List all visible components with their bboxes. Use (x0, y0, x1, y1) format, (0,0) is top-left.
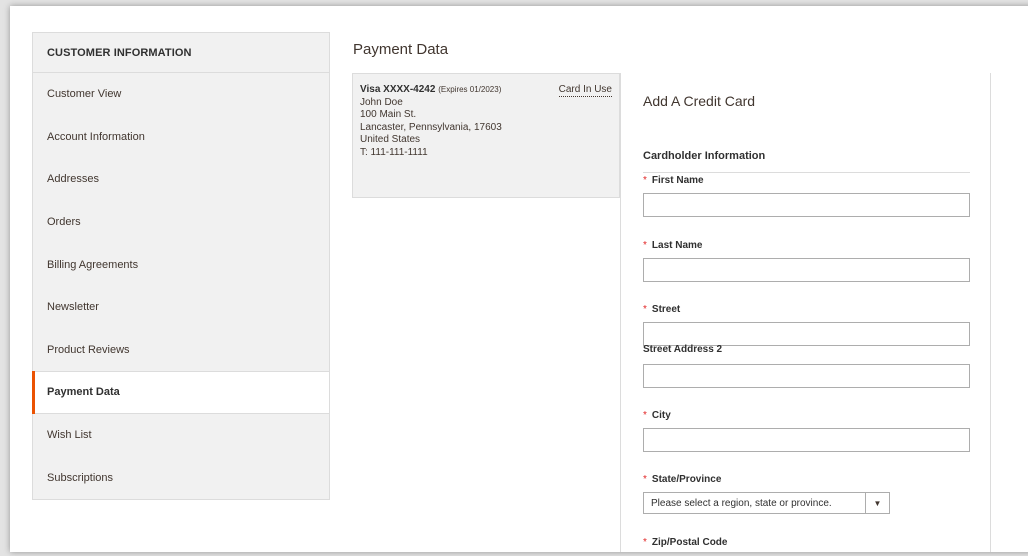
admin-window: CUSTOMER INFORMATION Customer View Accou… (10, 6, 1028, 552)
first-name-input[interactable] (643, 193, 970, 217)
street-input[interactable] (643, 322, 970, 346)
saved-card-panel: Visa XXXX-4242 (Expires 01/2023) Card In… (352, 73, 620, 198)
city-label: * City (643, 410, 671, 421)
chevron-down-icon[interactable]: ▼ (865, 493, 889, 513)
sidebar-item-billing-agreements[interactable]: Billing Agreements (33, 243, 329, 286)
state-label-text: State/Province (651, 474, 722, 485)
section-title: Cardholder Information (643, 150, 970, 173)
street2-label: Street Address 2 (643, 344, 723, 355)
sidebar-item-subscriptions[interactable]: Subscriptions (33, 456, 329, 499)
sidebar-item-orders[interactable]: Orders (33, 201, 329, 244)
first-name-label: * First Name (643, 175, 704, 186)
sidebar-item-newsletter[interactable]: Newsletter (33, 286, 329, 329)
city-input[interactable] (643, 428, 970, 452)
last-name-label-text: Last Name (651, 240, 703, 251)
add-card-form: Add A Credit Card Cardholder Information… (620, 73, 991, 552)
required-mark: * (643, 410, 647, 421)
last-name-input[interactable] (643, 258, 970, 282)
form-title: Add A Credit Card (643, 93, 756, 109)
state-select-value: Please select a region, state or provinc… (651, 497, 832, 509)
page-title: Payment Data (353, 41, 449, 58)
card-city-line: Lancaster, Pennsylvania, 17603 (360, 121, 502, 133)
street2-input[interactable] (643, 364, 970, 388)
street-label-text: Street (651, 304, 681, 315)
card-holder: John Doe (360, 96, 403, 108)
required-mark: * (643, 304, 647, 315)
card-in-use-link[interactable]: Card In Use (558, 84, 612, 97)
card-heading: Visa XXXX-4242 (Expires 01/2023) (360, 84, 501, 97)
card-expiry: (Expires 01/2023) (438, 85, 502, 94)
last-name-label: * Last Name (643, 240, 702, 251)
sidebar-item-payment-data[interactable]: Payment Data (32, 371, 329, 414)
card-phone: T: 111-111-1111 (360, 146, 428, 158)
required-mark: * (643, 537, 647, 548)
state-select[interactable]: Please select a region, state or provinc… (643, 492, 890, 514)
card-country: United States (360, 134, 421, 145)
required-mark: * (643, 240, 647, 251)
sidebar-item-addresses[interactable]: Addresses (33, 158, 329, 201)
sidebar-item-customer-view[interactable]: Customer View (33, 73, 329, 116)
required-mark: * (643, 474, 647, 485)
zip-label: * Zip/Postal Code (643, 537, 727, 548)
zip-label-text: Zip/Postal Code (651, 537, 728, 548)
sidebar-item-account-information[interactable]: Account Information (33, 116, 329, 159)
customer-info-sidebar: CUSTOMER INFORMATION Customer View Accou… (32, 32, 330, 500)
required-mark: * (643, 175, 647, 186)
city-label-text: City (651, 410, 671, 421)
card-name: Visa XXXX-4242 (360, 84, 436, 95)
sidebar-header: CUSTOMER INFORMATION (33, 33, 329, 73)
first-name-label-text: First Name (651, 175, 704, 186)
sidebar-item-product-reviews[interactable]: Product Reviews (33, 329, 329, 372)
state-label: * State/Province (643, 474, 721, 485)
sidebar-item-wish-list[interactable]: Wish List (33, 414, 329, 457)
card-street: 100 Main St. (360, 109, 417, 120)
card-title-row: Visa XXXX-4242 (Expires 01/2023) Card In… (360, 84, 612, 97)
street-label: * Street (643, 304, 680, 315)
